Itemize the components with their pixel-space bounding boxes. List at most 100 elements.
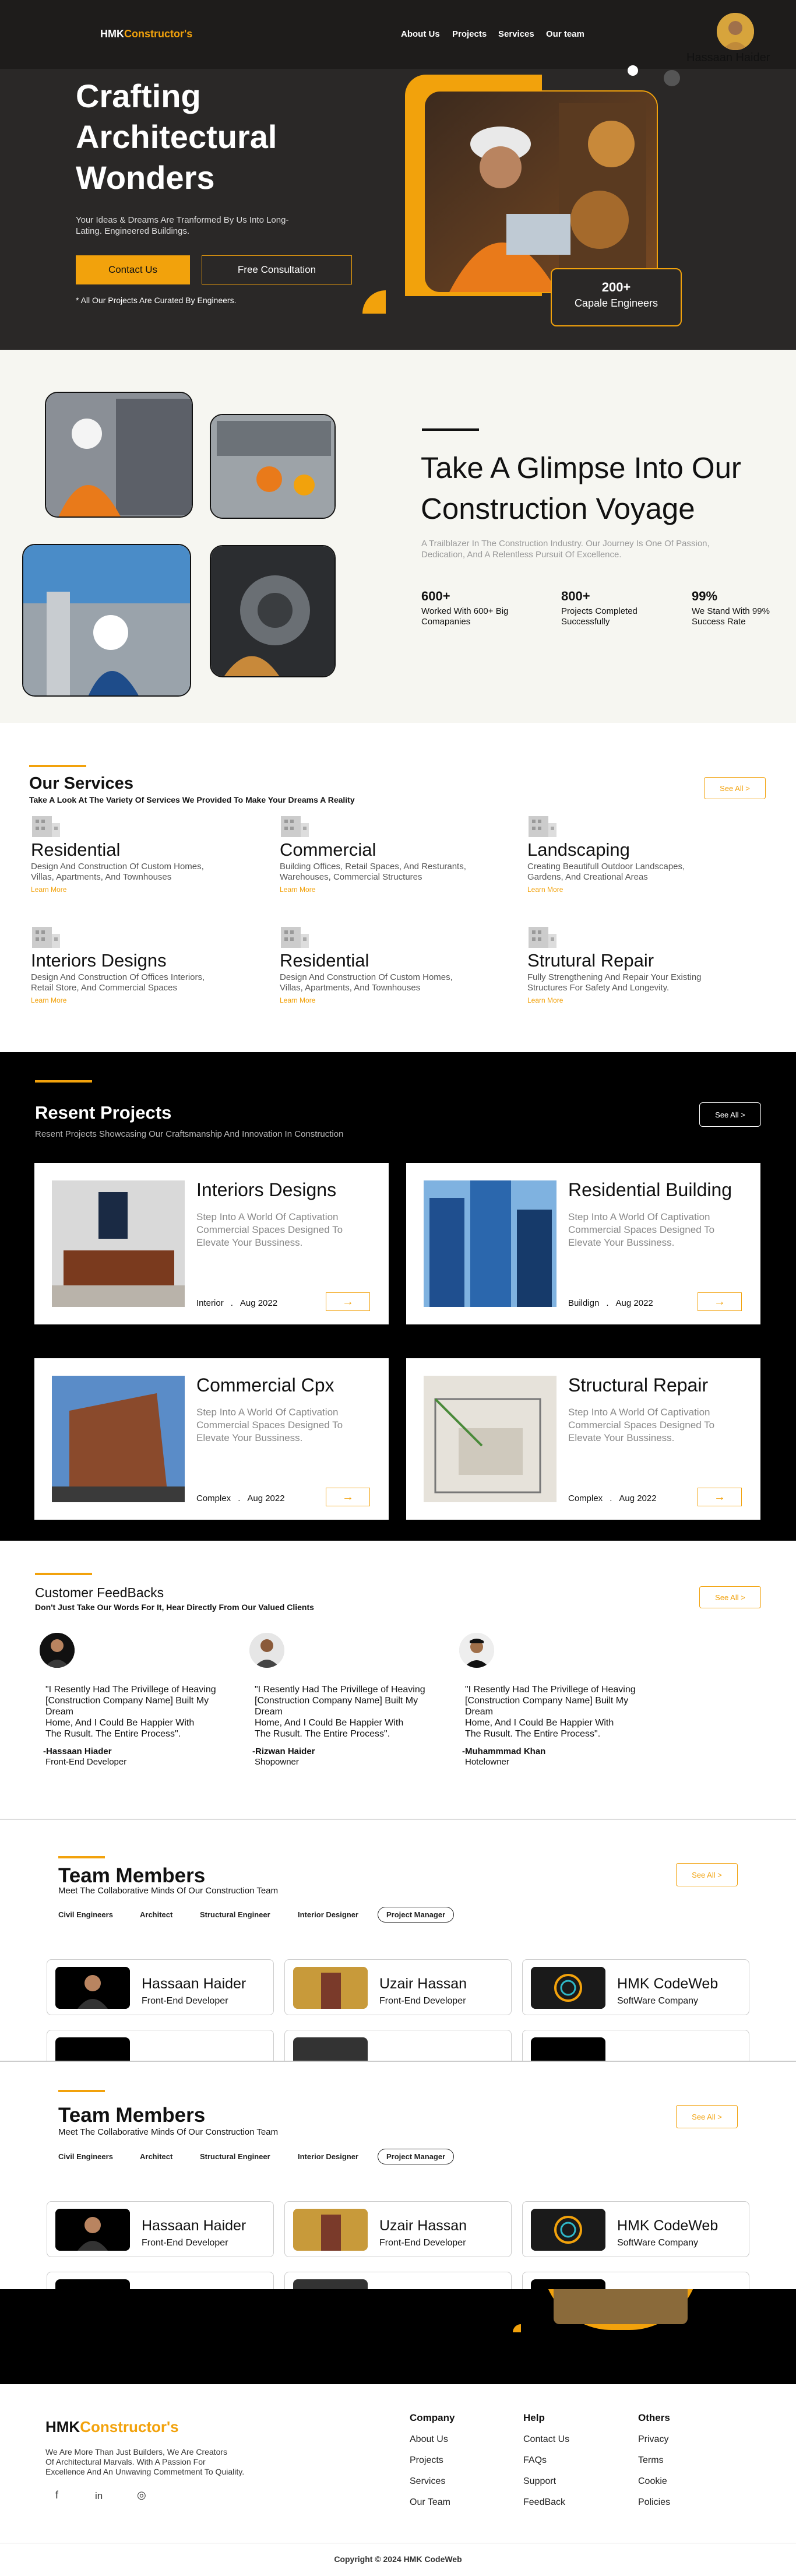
member-name: HMK CodeWeb — [617, 1976, 718, 1992]
footer-link[interactable]: Contact Us — [523, 2434, 569, 2445]
client-quote: "I Resently Had The Privillege of Heavin… — [465, 1684, 651, 1739]
team-title: Team Members — [58, 1864, 206, 1887]
footer-brand[interactable]: HMKConstructor's — [45, 2418, 179, 2436]
member-role: Front-End Developer — [379, 1996, 466, 2006]
team-card[interactable]: HMK CodeWeb SoftWare Company — [522, 1959, 749, 2015]
team-card[interactable] — [522, 2030, 749, 2062]
footer-link[interactable]: About Us — [410, 2434, 448, 2445]
tab-structural-engineer[interactable]: Structural Engineer — [200, 1910, 270, 1919]
member-photo — [531, 2279, 605, 2289]
hero-subtitle-line2: Lating. Engineered Buildings. — [76, 226, 190, 236]
footer-link[interactable]: Policies — [638, 2497, 670, 2508]
tab-interior-designer[interactable]: Interior Designer — [298, 2152, 358, 2161]
learn-more-link[interactable]: Learn More — [280, 885, 315, 894]
member-photo — [531, 1967, 605, 2009]
team-see-all-button[interactable]: See All > — [676, 1863, 738, 1886]
team-see-all-button[interactable]: See All > — [676, 2105, 738, 2128]
project-card[interactable]: Interiors Designs Step Into A World Of C… — [34, 1163, 389, 1324]
tab-civil-engineers[interactable]: Civil Engineers — [58, 2152, 113, 2161]
footer-link[interactable]: Projects — [410, 2455, 443, 2466]
tab-architect[interactable]: Architect — [140, 2152, 172, 2161]
service-desc: Fully Strengthening And Repair Your Exis… — [527, 972, 737, 993]
project-desc-3: Elevate Your Bussiness. — [568, 1432, 675, 1443]
tab-structural-engineer[interactable]: Structural Engineer — [200, 2152, 270, 2161]
member-name: Hassaan Haider — [142, 1976, 246, 1992]
quote-line: [Construction Company Name] Built My — [465, 1696, 629, 1706]
footer-link[interactable]: Privacy — [638, 2434, 668, 2445]
learn-more-link[interactable]: Learn More — [527, 885, 563, 894]
quote-line: Home, And I Could Be Happier With — [465, 1718, 614, 1728]
nav-team[interactable]: Our team — [546, 29, 584, 39]
gallery-image-4 — [210, 545, 336, 677]
tab-project-manager[interactable]: Project Manager — [378, 1907, 455, 1923]
quote-line: Home, And I Could Be Happier With — [45, 1718, 195, 1728]
footer-col-title: Others — [638, 2412, 670, 2423]
team-card[interactable] — [47, 2030, 274, 2062]
arrow-right-icon[interactable]: → — [326, 1488, 370, 1506]
feedback-see-all-button[interactable]: See All > — [699, 1586, 761, 1608]
team-card[interactable] — [284, 2030, 512, 2062]
nav-projects[interactable]: Projects — [452, 29, 487, 39]
project-desc: Step Into A World Of Captivation Commerci… — [196, 1211, 360, 1249]
facebook-icon[interactable]: f — [55, 2489, 58, 2501]
nav-about[interactable]: About Us — [401, 29, 440, 39]
client-avatar — [249, 1633, 284, 1668]
tab-interior-designer[interactable]: Interior Designer — [298, 1910, 358, 1919]
learn-more-link[interactable]: Learn More — [31, 996, 66, 1004]
team-card[interactable]: Uzair Hassan Front-End Developer — [284, 2201, 512, 2257]
team-card[interactable]: Uzair Hassan Front-End Developer — [284, 1959, 512, 2015]
team-card[interactable] — [284, 2272, 512, 2289]
free-consultation-button[interactable]: Free Consultation — [202, 255, 352, 284]
hero-subtitle-line1: Your Ideas & Dreams Are Tranformed By Us… — [76, 215, 289, 225]
projects-see-all-button[interactable]: See All > — [699, 1102, 761, 1127]
project-card[interactable]: Residential Building Step Into A World O… — [406, 1163, 760, 1324]
team-card[interactable] — [522, 2272, 749, 2289]
project-meta: Interior. Aug 2022 — [196, 1298, 278, 1308]
footer-link[interactable]: Terms — [638, 2455, 664, 2466]
arrow-right-icon[interactable]: → — [698, 1292, 742, 1311]
tab-architect[interactable]: Architect — [140, 1910, 172, 1919]
arrow-right-icon[interactable]: → — [326, 1292, 370, 1311]
learn-more-link[interactable]: Learn More — [527, 996, 563, 1004]
project-card[interactable]: Structural Repair Step Into A World Of C… — [406, 1358, 760, 1520]
gallery-image-1 — [45, 392, 193, 518]
footer-link[interactable]: FAQs — [523, 2455, 547, 2466]
tab-project-manager[interactable]: Project Manager — [378, 2149, 455, 2164]
contact-us-button[interactable]: Contact Us — [76, 255, 190, 284]
tab-civil-engineers[interactable]: Civil Engineers — [58, 1910, 113, 1919]
client-avatar — [459, 1633, 494, 1668]
project-tag: Complex — [196, 1493, 231, 1503]
footer-link[interactable]: Support — [523, 2476, 556, 2487]
services-title: Our Services — [29, 774, 133, 793]
instagram-icon[interactable]: ◎ — [137, 2489, 146, 2501]
learn-more-link[interactable]: Learn More — [280, 996, 315, 1004]
brand-logo[interactable]: HMKConstructor's — [100, 28, 192, 40]
footer-link[interactable]: Services — [410, 2476, 445, 2487]
linkedin-icon[interactable]: in — [95, 2490, 103, 2502]
quote-line: Home, And I Could Be Happier With — [255, 1718, 404, 1728]
learn-more-link[interactable]: Learn More — [31, 885, 66, 894]
user-avatar[interactable] — [717, 13, 754, 50]
team-card[interactable]: Hassaan Haider Front-End Developer — [47, 1959, 274, 2015]
project-desc-2: Commercial Spaces Designed To — [568, 1419, 715, 1431]
project-meta: Complex. Aug 2022 — [568, 1493, 657, 1503]
services-see-all-button[interactable]: See All > — [704, 777, 766, 799]
quote-line: The Rusult. The Entire Process". — [465, 1729, 601, 1739]
team-card[interactable] — [47, 2272, 274, 2289]
team-card[interactable]: Hassaan Haider Front-End Developer — [47, 2201, 274, 2257]
nav-services[interactable]: Services — [498, 29, 534, 39]
stat-label-1: Projects Completed — [561, 606, 637, 616]
footer-link[interactable]: Cookie — [638, 2476, 667, 2487]
voyage-title-line1: Take A Glimpse Into Our — [421, 451, 741, 484]
footer-link[interactable]: Our Team — [410, 2497, 450, 2508]
footer-brand-part-2: Constructor's — [80, 2418, 179, 2436]
team-card[interactable]: HMK CodeWeb SoftWare Company — [522, 2201, 749, 2257]
arrow-right-icon[interactable]: → — [698, 1488, 742, 1506]
quote-line: "I Resently Had The Privillege of Heavin… — [45, 1685, 216, 1695]
project-card[interactable]: Commercial Cpx Step Into A World Of Capt… — [34, 1358, 389, 1520]
hero-title-line1: Crafting — [76, 78, 201, 114]
footer: HMKConstructor's We Are More Than Just B… — [0, 2384, 796, 2576]
service-title: Residential — [31, 839, 121, 860]
team-title: Team Members — [58, 2104, 206, 2127]
footer-link[interactable]: FeedBack — [523, 2497, 565, 2508]
